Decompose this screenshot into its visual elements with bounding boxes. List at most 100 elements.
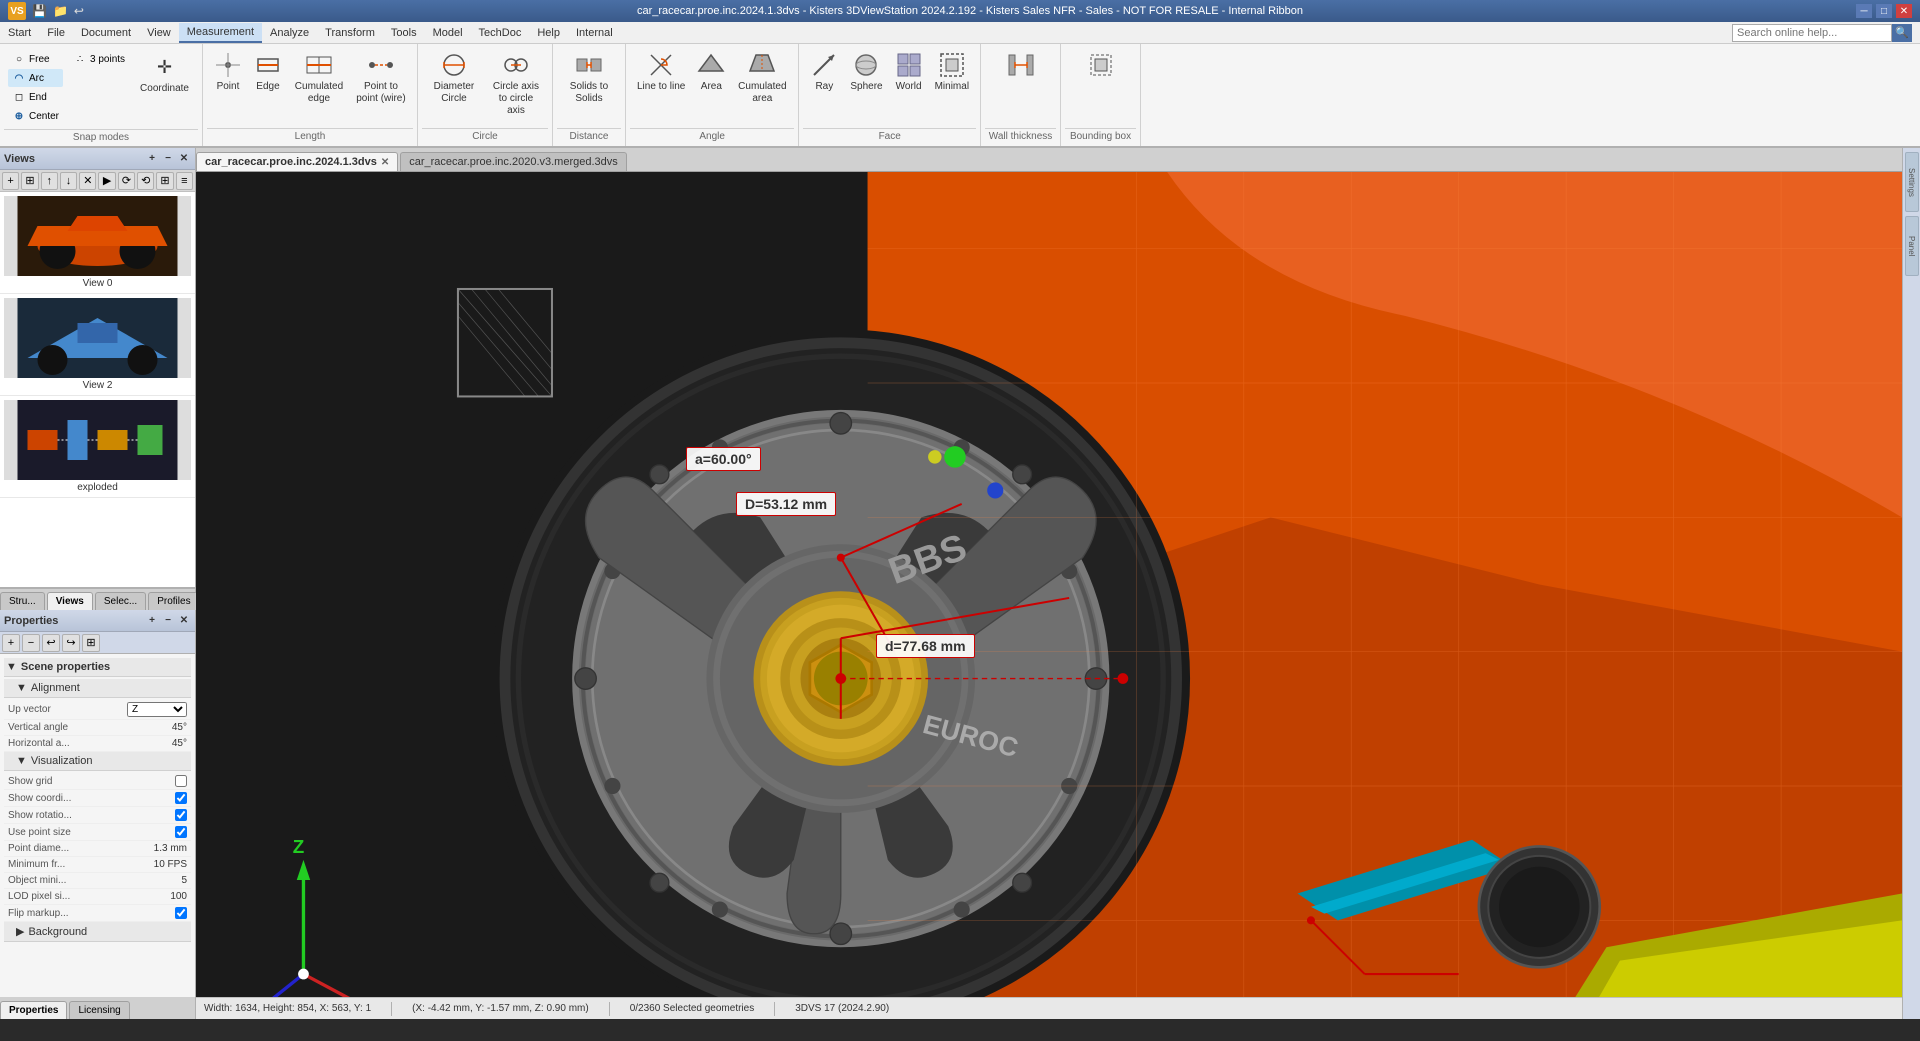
doc-tab-1-close[interactable]: ✕	[381, 157, 389, 168]
doc-tab-2[interactable]: car_racecar.proe.inc.2020.v3.merged.3dvs	[400, 152, 627, 171]
center-snap-btn[interactable]: ⊕ Center	[8, 107, 63, 125]
views-panel-icon1[interactable]: +	[145, 152, 159, 166]
undo-icon[interactable]: ↩	[74, 4, 84, 18]
use-point-size-checkbox[interactable]	[175, 826, 187, 838]
right-sidebar-btn-2[interactable]: Panel	[1905, 216, 1919, 276]
show-coords-checkbox[interactable]	[175, 792, 187, 804]
cumulated-edge-btn[interactable]: Cumulated edge	[289, 48, 349, 108]
status-sep-2	[609, 1002, 610, 1016]
main-area: Views + − ✕ + ⊞ ↑ ↓ ✕ ▶ ⟳ ⟲ ⊞ ≡	[0, 148, 1920, 1019]
show-rotation-checkbox[interactable]	[175, 809, 187, 821]
menu-view[interactable]: View	[139, 24, 179, 42]
solids-to-solids-btn[interactable]: Solids to Solids	[559, 48, 619, 108]
sphere-btn[interactable]: Sphere	[845, 48, 887, 96]
menu-analyze[interactable]: Analyze	[262, 24, 317, 42]
point-to-point-btn[interactable]: Point to point (wire)	[351, 48, 411, 108]
menu-document[interactable]: Document	[73, 24, 139, 42]
bounding-box-label: Bounding box	[1065, 128, 1136, 144]
cumulated-area-btn[interactable]: Cumulated area	[732, 48, 792, 108]
views-tb-btn2[interactable]: ⊞	[21, 172, 38, 190]
props-icon1[interactable]: +	[145, 614, 159, 628]
views-tb-btn10[interactable]: ≡	[176, 172, 193, 190]
point-diam-row: Point diame... 1.3 mm	[4, 841, 191, 857]
threepoints-snap-btn[interactable]: ∴ 3 points	[69, 50, 129, 68]
free-snap-btn[interactable]: ○ Free	[8, 50, 63, 68]
props-tb-btn3[interactable]: ↩	[42, 634, 60, 652]
alignment-header[interactable]: ▼ Alignment	[4, 679, 191, 698]
circle-axis-btn[interactable]: Circle axis to circle axis	[486, 48, 546, 120]
view-item-2[interactable]: View 2	[0, 294, 195, 396]
views-tb-btn5[interactable]: ✕	[79, 172, 96, 190]
menu-internal[interactable]: Internal	[568, 24, 621, 42]
viewport-canvas[interactable]: BBS EUROC	[196, 172, 1902, 997]
edge-label: Edge	[256, 81, 279, 93]
close-button[interactable]: ✕	[1896, 4, 1912, 18]
right-sidebar-btn-1[interactable]: Settings	[1905, 152, 1919, 212]
props-tb-btn1[interactable]: +	[2, 634, 20, 652]
left-tab-selection[interactable]: Selec...	[95, 592, 146, 610]
up-vector-select[interactable]: ZYX	[127, 702, 187, 717]
views-tb-btn6[interactable]: ▶	[98, 172, 115, 190]
view-item-exploded[interactable]: exploded	[0, 396, 195, 498]
line-to-line-btn[interactable]: Line to line	[632, 48, 690, 96]
area-btn[interactable]: Area	[692, 48, 730, 96]
view-item-0[interactable]: View 0	[0, 192, 195, 294]
views-tb-btn3[interactable]: ↑	[41, 172, 58, 190]
doc-tab-1-label: car_racecar.proe.inc.2024.1.3dvs	[205, 156, 377, 168]
search-input[interactable]	[1732, 24, 1892, 42]
menu-help[interactable]: Help	[529, 24, 568, 42]
bounding-box-btn[interactable]	[1082, 48, 1120, 82]
scene-properties-header[interactable]: ▼ Scene properties	[4, 658, 191, 677]
minimal-btn[interactable]: Minimal	[930, 48, 974, 96]
menu-measurement[interactable]: Measurement	[179, 23, 262, 43]
flip-markup-checkbox[interactable]	[175, 907, 187, 919]
views-tb-btn1[interactable]: +	[2, 172, 19, 190]
views-panel-icon2[interactable]: −	[161, 152, 175, 166]
menu-start[interactable]: Start	[0, 24, 39, 42]
views-panel-close[interactable]: ✕	[177, 152, 191, 166]
edge-btn[interactable]: Edge	[249, 48, 287, 96]
menu-techdoc[interactable]: TechDoc	[471, 24, 530, 42]
minimize-button[interactable]: ─	[1856, 4, 1872, 18]
quick-save-icon[interactable]: 💾	[32, 4, 47, 18]
search-button[interactable]: 🔍	[1892, 24, 1912, 42]
background-header[interactable]: ▶ Background	[4, 922, 191, 942]
circle-axis-icon	[502, 51, 530, 79]
area-icon	[697, 51, 725, 79]
wall-thickness-btn[interactable]	[1002, 48, 1040, 82]
coordinate-btn[interactable]: ✛ Coordinate	[135, 50, 194, 98]
recent-icon[interactable]: 📁	[53, 4, 68, 18]
end-snap-btn[interactable]: ◻ End	[8, 88, 63, 106]
menu-transform[interactable]: Transform	[317, 24, 383, 42]
doc-tab-1[interactable]: car_racecar.proe.inc.2024.1.3dvs ✕	[196, 152, 398, 171]
show-grid-checkbox[interactable]	[175, 775, 187, 787]
world-btn[interactable]: World	[890, 48, 928, 96]
ray-btn[interactable]: Ray	[805, 48, 843, 96]
props-tab-properties[interactable]: Properties	[0, 1001, 67, 1019]
props-tb-btn4[interactable]: ↪	[62, 634, 80, 652]
views-tb-btn9[interactable]: ⊞	[156, 172, 173, 190]
diameter-btn[interactable]: Diameter Circle	[424, 48, 484, 108]
face-content: Ray Sphere World Minimal	[803, 46, 976, 128]
props-tab-licensing[interactable]: Licensing	[69, 1001, 129, 1019]
views-tb-btn4[interactable]: ↓	[60, 172, 77, 190]
menu-file[interactable]: File	[39, 24, 73, 42]
props-tb-btn5[interactable]: ⊞	[82, 634, 100, 652]
views-tb-btn7[interactable]: ⟳	[118, 172, 135, 190]
props-icon2[interactable]: −	[161, 614, 175, 628]
menu-tools[interactable]: Tools	[383, 24, 425, 42]
views-tb-btn8[interactable]: ⟲	[137, 172, 154, 190]
point-btn[interactable]: Point	[209, 48, 247, 96]
props-close[interactable]: ✕	[177, 614, 191, 628]
point-to-point-icon	[367, 51, 395, 79]
props-tb-btn2[interactable]: −	[22, 634, 40, 652]
arc-snap-btn[interactable]: ◠ Arc	[8, 69, 63, 87]
left-tab-views[interactable]: Views	[47, 592, 93, 610]
left-tab-structure[interactable]: Stru...	[0, 592, 45, 610]
menu-model[interactable]: Model	[425, 24, 471, 42]
left-tab-profiles[interactable]: Profiles	[148, 592, 199, 610]
maximize-button[interactable]: □	[1876, 4, 1892, 18]
visualization-header[interactable]: ▼ Visualization	[4, 752, 191, 771]
point-diam-value: 1.3 mm	[154, 843, 187, 854]
length-label: Length	[207, 128, 413, 144]
